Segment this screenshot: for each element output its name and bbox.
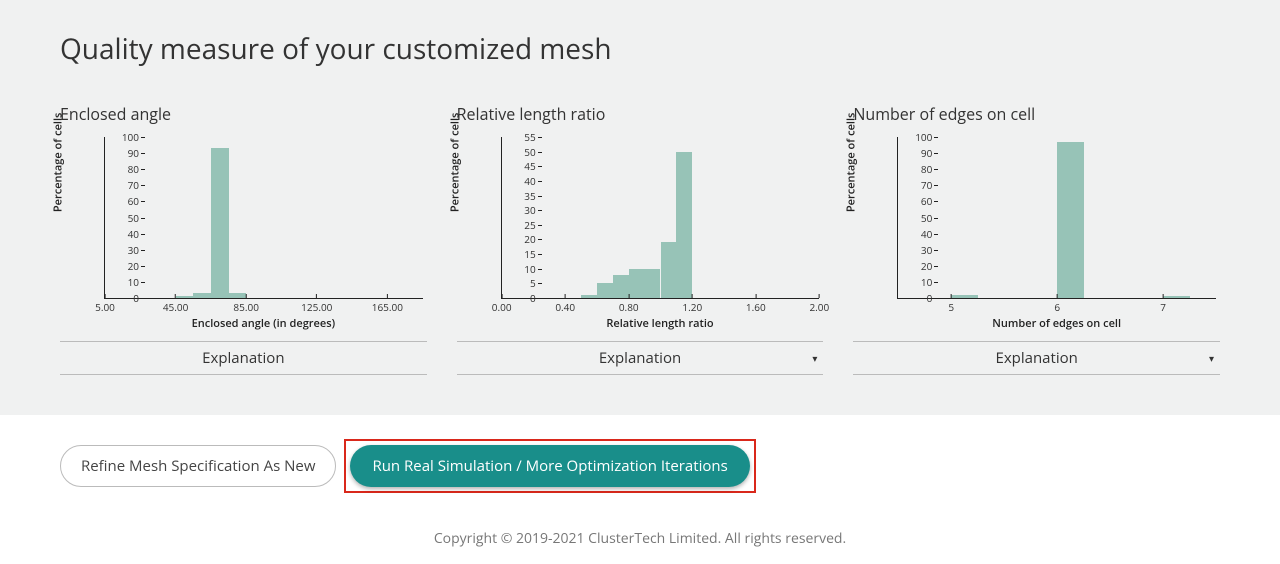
y-tick: 0 (892, 291, 932, 305)
bar (1163, 296, 1189, 298)
chart-relative-length: Relative length ratio Percentage of cell… (457, 103, 824, 375)
bar (211, 148, 229, 298)
chart-canvas: Percentage of cells 01020304050607080901… (853, 137, 1220, 327)
y-tick: 5 (496, 276, 536, 290)
chart-enclosed-angle: Enclosed angle Percentage of cells 01020… (60, 103, 427, 375)
x-tick: 5.00 (95, 300, 115, 314)
bar (597, 283, 613, 298)
y-tick: 80 (99, 162, 139, 176)
explanation-toggle[interactable]: Explanation ▾ (60, 341, 427, 375)
bar (613, 275, 629, 298)
y-tick: 30 (496, 203, 536, 217)
chevron-down-icon: ▾ (812, 351, 817, 365)
chart-title: Enclosed angle (60, 103, 427, 125)
x-tick: 5 (948, 300, 954, 314)
x-tick: 6 (1054, 300, 1060, 314)
footer-copyright: Copyright © 2019-2021 ClusterTech Limite… (0, 505, 1280, 564)
x-tick: 0.40 (555, 300, 575, 314)
chart-canvas: Percentage of cells 01020304050607080901… (60, 137, 427, 327)
y-tick: 10 (496, 262, 536, 276)
page-title: Quality measure of your customized mesh (60, 30, 1220, 68)
chart-canvas: Percentage of cells 05101520253035404550… (457, 137, 824, 327)
y-tick: 30 (99, 243, 139, 257)
bar (676, 152, 692, 298)
x-tick: 2.00 (809, 300, 829, 314)
explanation-toggle[interactable]: Explanation ▾ (457, 341, 824, 375)
charts-row: Enclosed angle Percentage of cells 0 10 20… (60, 103, 1220, 375)
explanation-label: Explanation (461, 348, 820, 368)
x-tick: 125.00 (301, 300, 332, 314)
x-axis-label: Number of edges on cell (897, 316, 1216, 331)
x-tick: 1.20 (682, 300, 702, 314)
chart-title: Number of edges on cell (853, 103, 1220, 125)
bar (1057, 142, 1083, 298)
y-tick: 100 (892, 130, 932, 144)
bar (951, 295, 977, 298)
y-tick: 30 (892, 243, 932, 257)
bar (176, 296, 194, 298)
x-tick: 165.00 (372, 300, 403, 314)
y-tick: 15 (496, 247, 536, 261)
y-tick: 50 (496, 145, 536, 159)
bar (193, 293, 211, 298)
y-tick: 50 (99, 211, 139, 225)
y-tick: 10 (892, 275, 932, 289)
x-tick: 1.60 (746, 300, 766, 314)
chart-title: Relative length ratio (457, 103, 824, 125)
run-simulation-button[interactable]: Run Real Simulation / More Optimization … (350, 445, 749, 487)
refine-mesh-button[interactable]: Refine Mesh Specification As New (60, 445, 336, 487)
chart-num-edges: Number of edges on cell Percentage of ce… (853, 103, 1220, 375)
y-tick: 10 (99, 275, 139, 289)
chevron-down-icon: ▾ (1209, 351, 1214, 365)
x-axis-label: Enclosed angle (in degrees) (104, 316, 423, 331)
x-tick: 7 (1160, 300, 1166, 314)
y-tick: 60 (99, 194, 139, 208)
y-tick: 40 (496, 174, 536, 188)
y-tick: 50 (892, 211, 932, 225)
x-tick: 45.00 (163, 300, 189, 314)
y-tick: 20 (892, 259, 932, 273)
actions-bar: Refine Mesh Specification As New Run Rea… (0, 415, 1280, 505)
highlighted-action: Run Real Simulation / More Optimization … (344, 439, 755, 493)
y-tick: 25 (496, 218, 536, 232)
y-tick: 20 (99, 259, 139, 273)
explanation-label: Explanation (857, 348, 1216, 368)
y-tick: 45 (496, 159, 536, 173)
y-tick: 35 (496, 189, 536, 203)
y-axis-label: Percentage of cells (844, 113, 859, 213)
y-tick: 60 (892, 194, 932, 208)
x-axis-label: Relative length ratio (501, 316, 820, 331)
y-tick: 90 (99, 146, 139, 160)
bar (229, 293, 247, 298)
y-tick: 70 (99, 178, 139, 192)
y-tick: 90 (892, 146, 932, 160)
x-tick: 0.80 (619, 300, 639, 314)
y-axis-label: Percentage of cells (447, 113, 462, 213)
y-tick: 55 (496, 130, 536, 144)
bar (581, 295, 597, 298)
y-tick: 100 (99, 130, 139, 144)
y-tick: 70 (892, 178, 932, 192)
y-tick: 40 (99, 227, 139, 241)
explanation-label: Explanation (64, 348, 423, 368)
bar (661, 242, 677, 298)
y-tick: 80 (892, 162, 932, 176)
x-tick: 85.00 (233, 300, 259, 314)
explanation-toggle[interactable]: Explanation ▾ (853, 341, 1220, 375)
x-tick: 0.00 (492, 300, 512, 314)
y-axis-label: Percentage of cells (51, 113, 66, 213)
bar (629, 269, 645, 298)
y-tick: 40 (892, 227, 932, 241)
bar (645, 269, 661, 298)
y-tick: 20 (496, 232, 536, 246)
quality-panel: Quality measure of your customized mesh … (0, 0, 1280, 415)
